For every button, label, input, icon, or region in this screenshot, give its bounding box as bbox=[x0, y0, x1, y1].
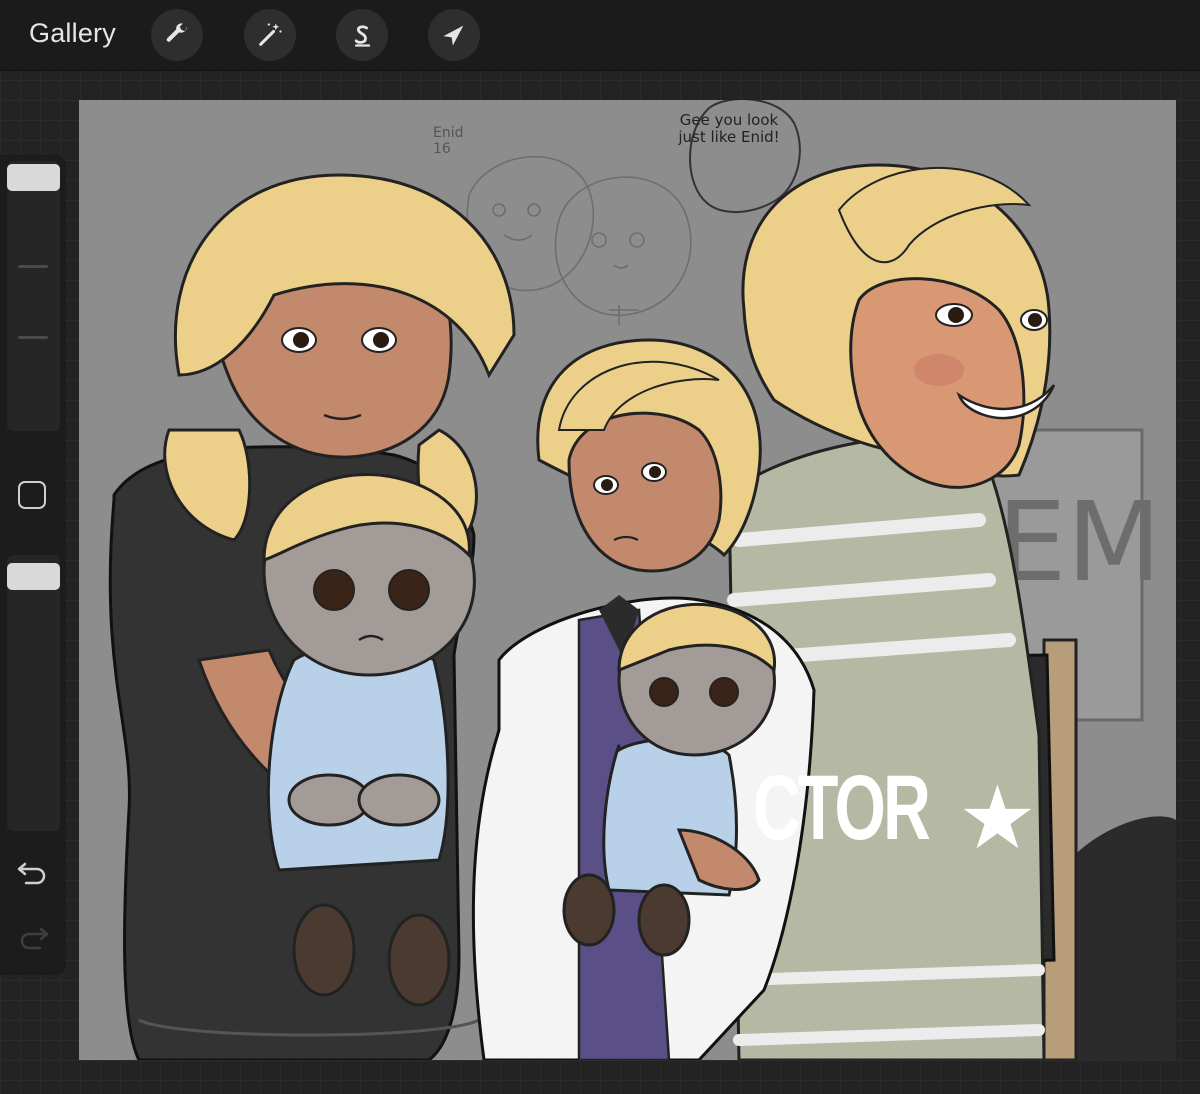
artwork-canvas[interactable]: EM Enid 16 Gee you look just like Enid! … bbox=[79, 100, 1176, 1060]
wrench-icon bbox=[166, 23, 188, 42]
wall-sign-text: EM bbox=[997, 478, 1161, 606]
slider-tick bbox=[18, 336, 48, 339]
slider-tick bbox=[18, 265, 48, 268]
brush-size-handle[interactable] bbox=[7, 164, 60, 191]
brush-size-slider[interactable] bbox=[7, 161, 60, 431]
left-sidebar bbox=[0, 155, 66, 975]
artwork-illustration: EM bbox=[108, 100, 1176, 1060]
character-middle bbox=[471, 338, 816, 1060]
star-icon: ★ bbox=[958, 766, 1037, 869]
speech-bubble-text: Gee you look just like Enid! bbox=[678, 111, 780, 146]
opacity-slider[interactable] bbox=[7, 555, 60, 831]
selection-button[interactable] bbox=[336, 9, 388, 61]
magic-wand-icon bbox=[259, 23, 282, 46]
arrow-cursor-icon bbox=[443, 25, 464, 46]
selection-s-icon bbox=[354, 25, 371, 47]
transform-button[interactable] bbox=[428, 9, 480, 61]
redo-icon[interactable] bbox=[16, 922, 50, 952]
adjustments-button[interactable] bbox=[244, 9, 296, 61]
gallery-button[interactable]: Gallery bbox=[29, 18, 116, 49]
undo-icon[interactable] bbox=[16, 857, 50, 887]
opacity-handle[interactable] bbox=[7, 563, 60, 590]
chair-back-text: CTOR bbox=[753, 757, 931, 859]
modify-button[interactable] bbox=[18, 481, 46, 509]
top-toolbar: Gallery bbox=[0, 0, 1200, 71]
actions-button[interactable] bbox=[151, 9, 203, 61]
sketch-note: Enid 16 bbox=[433, 125, 464, 157]
